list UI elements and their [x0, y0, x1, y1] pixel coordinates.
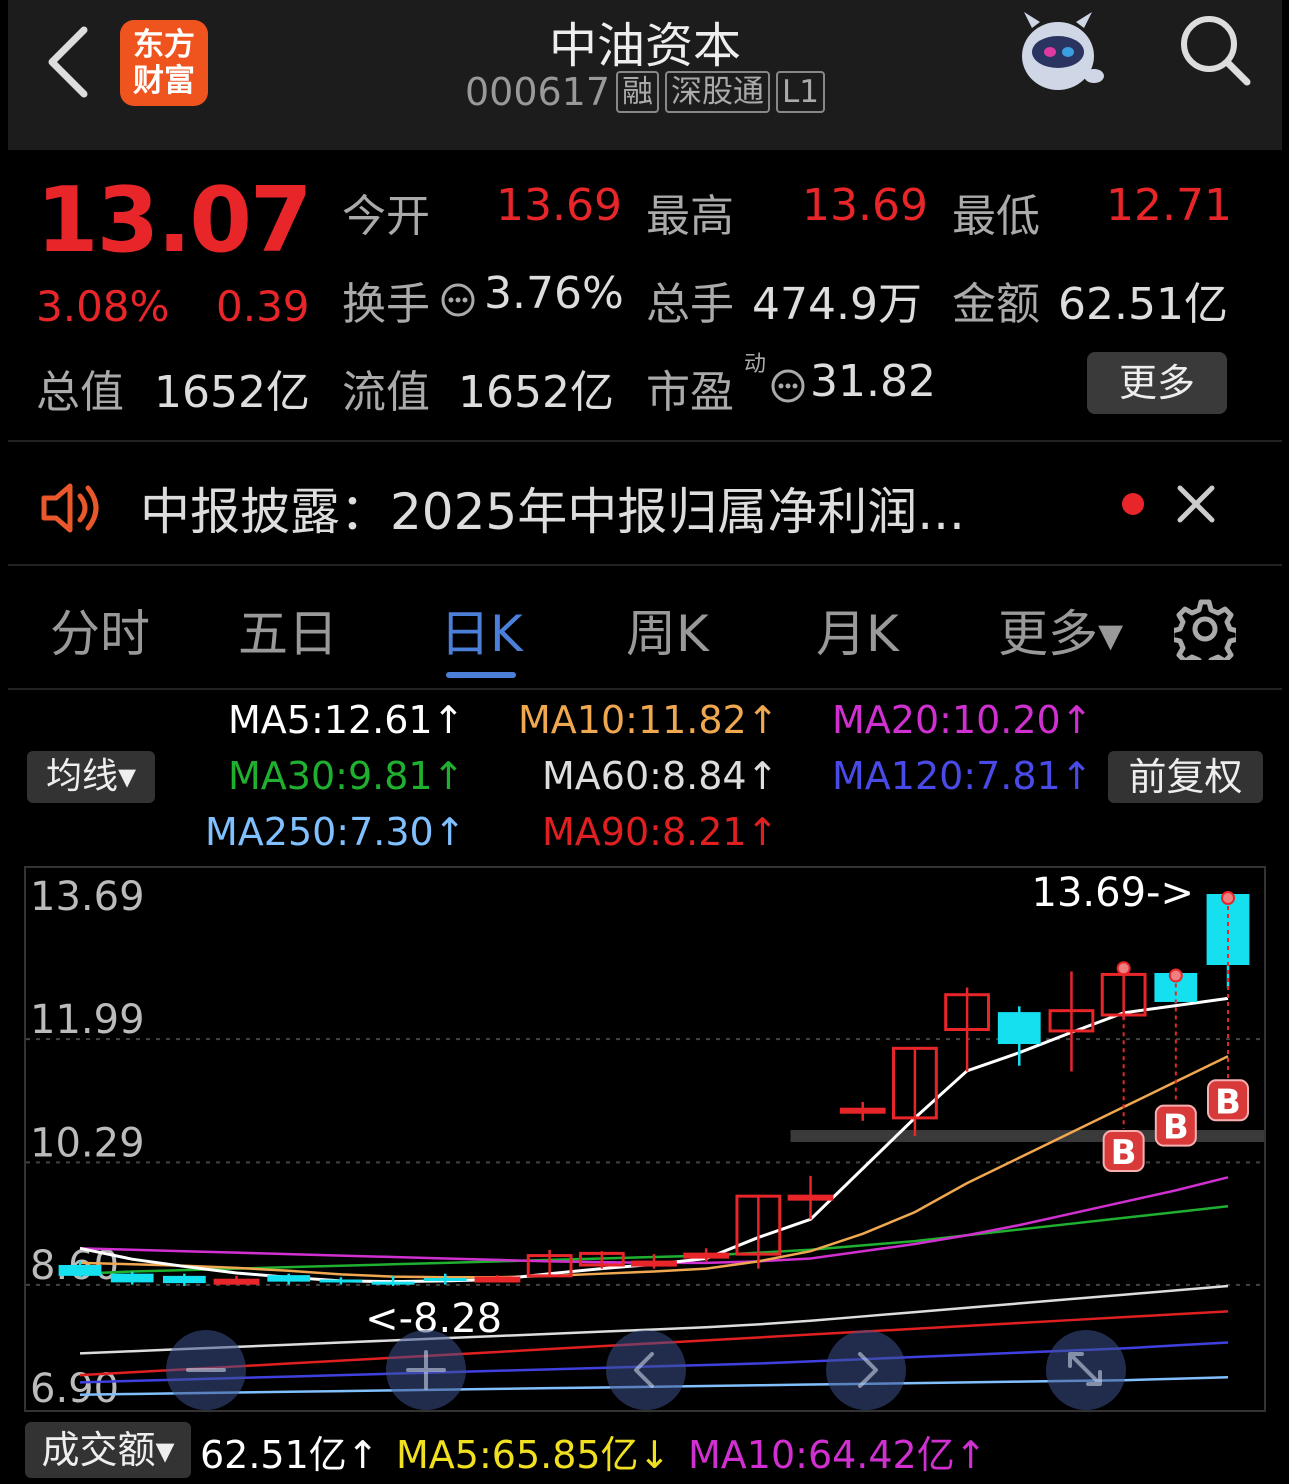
logo-text-1: 东方 [133, 27, 195, 63]
speaker-icon [41, 483, 99, 533]
turnover-value: 3.76% [484, 268, 624, 319]
candle-body [474, 1276, 521, 1283]
volume-ma5: MA5:65.85亿↓ [396, 1433, 671, 1477]
volume-indicator-dropdown[interactable]: 成交额▾ [25, 1422, 191, 1478]
candle-body [267, 1275, 311, 1282]
ma30-legend: MA30:9.81↑ [228, 754, 465, 798]
candle-body [110, 1273, 154, 1283]
float-label: 流值 [342, 367, 430, 418]
level-tag: L1 [776, 71, 826, 113]
kline-chart[interactable]: 13.6911.9910.298.606.90 BBB 13.69-> <-8.… [24, 866, 1266, 1412]
candle-body [58, 1264, 102, 1276]
connect-tag: 深股通 [665, 71, 771, 113]
stock-name: 中油资本 [548, 18, 741, 74]
divider [8, 440, 1282, 442]
candle-body [319, 1279, 363, 1283]
y-tick-label: 11.99 [30, 997, 145, 1043]
tab-intraday[interactable]: 分时 [50, 594, 150, 666]
ma120-legend: MA120:7.81↑ [832, 754, 1093, 798]
open-value: 13.69 [496, 180, 622, 231]
candle-body [162, 1275, 206, 1284]
volume-ma10: MA10:64.42亿↑ [688, 1433, 987, 1477]
candle-body [683, 1252, 730, 1259]
candle-body [213, 1278, 260, 1285]
robot-assistant-icon[interactable] [1010, 6, 1106, 98]
float-value: 1652亿 [458, 367, 614, 418]
candle-body [839, 1107, 886, 1114]
mktcap-value: 1652亿 [154, 367, 310, 418]
change-percent: 3.08% [36, 282, 170, 331]
search-icon[interactable] [1175, 10, 1255, 90]
news-headline[interactable]: 中报披露：2025年中报归属净利润... [140, 472, 965, 544]
b-marker-label: B [1215, 1082, 1241, 1122]
unread-dot [1122, 493, 1144, 515]
ma5-legend: MA5:12.61↑ [228, 698, 465, 742]
candle-body [997, 1012, 1041, 1044]
ma-type-dropdown[interactable]: 均线▾ [27, 751, 155, 803]
tab-monthly-k[interactable]: 月K [816, 594, 899, 666]
high-value: 13.69 [802, 180, 928, 231]
candle-body [423, 1278, 467, 1282]
info-icon[interactable] [440, 282, 476, 318]
ma250-legend: MA250:7.30↑ [205, 810, 466, 854]
pan-right-icon-bg [826, 1330, 906, 1410]
high-label: 最高 [646, 191, 734, 242]
margin-tag: 融 [616, 71, 660, 113]
pan-left-icon-bg [606, 1330, 686, 1410]
ma20-legend: MA20:10.20↑ [832, 698, 1093, 742]
turnover-label: 换手 [342, 279, 430, 330]
active-tab-indicator [446, 672, 516, 678]
tab-daily-k[interactable]: 日K [440, 594, 523, 666]
mktcap-label: 总值 [36, 367, 124, 418]
tab-more[interactable]: 更多▾ [998, 594, 1123, 666]
tab-weekly-k[interactable]: 周K [626, 594, 709, 666]
b-marker-label: B [1111, 1133, 1137, 1173]
logo-text-2: 财富 [133, 63, 195, 99]
ma60-legend: MA60:8.84↑ [542, 754, 779, 798]
y-tick-label: 10.29 [30, 1120, 145, 1166]
pe-superscript: 动 [744, 352, 767, 377]
change-amount: 0.39 [216, 282, 310, 331]
stock-code: 000617 [464, 70, 611, 114]
y-tick-label: 13.69 [30, 874, 145, 920]
max-price-label: 13.69-> [1032, 870, 1194, 916]
chevron-left-icon[interactable] [40, 22, 100, 102]
b-marker-dot [1168, 968, 1183, 983]
ma10-legend: MA10:11.82↑ [518, 698, 779, 742]
close-icon[interactable] [1176, 484, 1216, 524]
pe-label: 市盈 [646, 367, 734, 418]
volume-amount: 62.51亿↑ [200, 1433, 379, 1477]
candle-body [631, 1260, 677, 1267]
amount-value: 62.51亿 [1058, 279, 1228, 330]
b-marker-dot [1116, 961, 1131, 976]
open-label: 今开 [342, 191, 430, 242]
divider [8, 688, 1282, 690]
candle-body [371, 1281, 415, 1285]
b-marker-dot [1221, 891, 1235, 905]
more-button[interactable]: 更多 [1087, 352, 1227, 414]
volume-label: 总手 [646, 279, 734, 330]
pe-value: 31.82 [810, 356, 936, 407]
info-icon[interactable] [770, 368, 806, 404]
divider [8, 564, 1282, 566]
gear-icon[interactable] [1174, 598, 1236, 660]
ma90-legend: MA90:8.21↑ [542, 810, 779, 854]
adjustment-button[interactable]: 前复权 [1108, 751, 1263, 803]
stock-code-row: 000617 融 深股通 L1 [380, 70, 910, 114]
amount-label: 金额 [952, 279, 1040, 330]
low-label: 最低 [952, 191, 1040, 242]
candle-body [787, 1194, 834, 1201]
current-price: 13.07 [36, 168, 313, 273]
low-value: 12.71 [1106, 180, 1232, 231]
b-marker-label: B [1163, 1108, 1189, 1148]
tab-five-day[interactable]: 五日 [238, 594, 338, 666]
app-logo: 东方 财富 [120, 20, 208, 106]
volume-value: 474.9万 [752, 279, 922, 330]
